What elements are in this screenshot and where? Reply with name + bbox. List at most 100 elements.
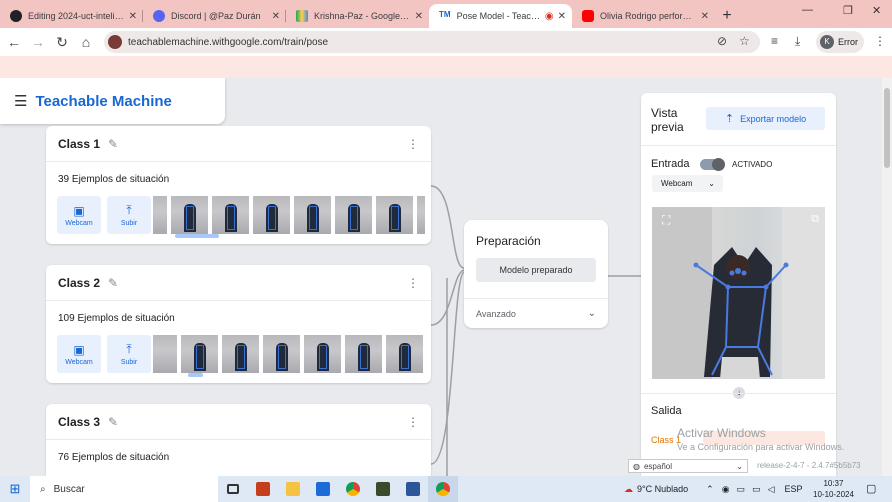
app-canvas: ☰ Teachable Machine Class 1 ✎ ⋮ 39 Ejemp… [0, 78, 882, 476]
class-options-icon[interactable]: ⋮ [407, 415, 419, 429]
tab-drive[interactable]: Krishna-Paz - Google Drive ✕ [286, 4, 429, 28]
webcam-button[interactable]: ▣ Webcam [57, 335, 101, 373]
samples-scrollbar[interactable] [188, 373, 203, 377]
sample-thumbnails[interactable] [153, 335, 427, 373]
sample-thumbnail[interactable] [386, 335, 423, 373]
chrome-profile-icon[interactable] [428, 476, 458, 502]
export-model-button[interactable]: ⇡ Exportar modelo [706, 107, 825, 130]
webcam-button[interactable]: ▣ Webcam [57, 196, 101, 234]
sample-thumbnail[interactable] [345, 335, 382, 373]
sample-thumbnail[interactable] [335, 196, 372, 234]
close-icon[interactable]: ✕ [415, 11, 423, 22]
edit-icon[interactable]: ✎ [108, 276, 118, 290]
volume-icon[interactable]: ◁ [768, 484, 775, 495]
pose-video-frame [652, 207, 825, 379]
output-label: Salida [651, 405, 682, 417]
system-tray: ☁ 9°C Nublado ⌃ ◉ ▭ ▭ ◁ ESP [624, 476, 803, 502]
forward-icon[interactable]: → [26, 34, 50, 50]
app-icon[interactable] [368, 476, 398, 502]
close-icon[interactable]: ✕ [558, 11, 566, 22]
reload-icon[interactable]: ↻ [50, 34, 74, 51]
sample-thumbnail[interactable] [153, 335, 177, 373]
address-bar[interactable]: teachablemachine.withgoogle.com/train/po… [104, 31, 760, 53]
file-explorer-icon[interactable] [278, 476, 308, 502]
advanced-label: Avanzado [476, 308, 516, 319]
train-model-button[interactable]: Modelo preparado [476, 258, 596, 282]
windows-start-icon[interactable]: ⊞ [0, 481, 30, 497]
home-icon[interactable]: ⌂ [74, 34, 98, 50]
class-options-icon[interactable]: ⋮ [407, 276, 419, 290]
record-icon[interactable]: ◉ [722, 484, 730, 495]
sample-thumbnail[interactable] [171, 196, 208, 234]
sample-thumbnail[interactable] [153, 196, 167, 234]
sample-thumbnail[interactable] [181, 335, 218, 373]
samples-scrollbar[interactable] [175, 234, 219, 238]
edit-icon[interactable]: ✎ [108, 415, 118, 429]
close-icon[interactable]: ✕ [272, 11, 280, 22]
minimize-icon[interactable]: — [802, 4, 813, 16]
download-icon[interactable]: ⤓ [795, 34, 800, 49]
scrollbar-thumb[interactable] [884, 88, 890, 168]
sample-thumbnail[interactable] [253, 196, 290, 234]
flip-icon[interactable]: ⧉ [811, 213, 819, 226]
sample-thumbnails[interactable] [153, 196, 429, 234]
weather-icon[interactable]: ☁ [624, 484, 633, 495]
sample-thumbnail[interactable] [376, 196, 413, 234]
sample-thumbnail[interactable] [417, 196, 425, 234]
tab-discord[interactable]: Discord | @Paz Durán ✕ [143, 4, 286, 28]
class-options-icon[interactable]: ⋮ [407, 137, 419, 151]
sample-thumbnail[interactable] [212, 196, 249, 234]
upload-button[interactable]: ⤒ Subir [107, 196, 151, 234]
crop-icon[interactable]: ⛶ [662, 213, 670, 228]
class-name[interactable]: Class 1 [58, 137, 100, 151]
tab-teachable[interactable]: TM Pose Model - Teachable ◉ ✕ [429, 4, 572, 28]
chevron-up-icon[interactable]: ⌃ [706, 484, 714, 495]
github-icon [10, 10, 22, 22]
close-icon[interactable]: ✕ [701, 11, 709, 22]
tab-github[interactable]: Editing 2024-uct-inteligencia ✕ [0, 4, 143, 28]
menu-kebab-icon[interactable]: ⋮ [874, 34, 886, 48]
page-scrollbar[interactable] [882, 78, 892, 476]
language-select[interactable]: ◍ español ⌄ [628, 459, 748, 473]
sample-thumbnail[interactable] [304, 335, 341, 373]
camera-blocked-icon[interactable]: ⊘ [717, 34, 727, 48]
close-window-icon[interactable]: ✕ [872, 4, 881, 17]
sample-thumbnail[interactable] [222, 335, 259, 373]
chevron-down-icon: ⌄ [708, 179, 715, 188]
taskbar-clock[interactable]: 10:37 10-10-2024 [813, 478, 854, 500]
restore-icon[interactable]: ❐ [843, 4, 853, 17]
battery-icon[interactable]: ▭ [752, 484, 761, 495]
new-tab-button[interactable]: + [715, 4, 739, 28]
webcam-feed: ⛶ ⧉ [652, 207, 825, 379]
powerpoint-icon[interactable] [248, 476, 278, 502]
bookmark-star-icon[interactable]: ☆ [739, 34, 750, 48]
task-view-icon[interactable] [218, 476, 248, 502]
sample-row: ▣ Webcam ⤒ Subir [57, 335, 427, 373]
taskbar-search[interactable]: ⌕ Buscar [30, 476, 218, 502]
camera-select[interactable]: Webcam ⌄ [652, 175, 723, 192]
menu-icon[interactable]: ☰ [14, 92, 27, 110]
upload-label: Subir [120, 359, 138, 366]
close-icon[interactable]: ✕ [129, 11, 137, 22]
tab-strip: Editing 2024-uct-inteligencia ✕ Discord … [0, 0, 892, 28]
back-icon[interactable]: ← [2, 34, 26, 50]
notifications-icon[interactable]: ▢ [866, 482, 876, 495]
sample-thumbnail[interactable] [294, 196, 331, 234]
upload-button[interactable]: ⤒ Subir [107, 335, 151, 373]
class-name[interactable]: Class 2 [58, 276, 100, 290]
word-icon[interactable] [398, 476, 428, 502]
input-toggle[interactable] [700, 158, 725, 171]
chrome-icon[interactable] [338, 476, 368, 502]
class-name[interactable]: Class 3 [58, 415, 100, 429]
language-indicator[interactable]: ESP [785, 484, 803, 494]
tab-search-icon[interactable]: ≡ [771, 34, 778, 48]
site-info-icon[interactable] [108, 35, 122, 49]
tab-youtube[interactable]: Olivia Rodrigo performing "v ✕ [572, 4, 715, 28]
network-icon[interactable]: ▭ [737, 484, 746, 495]
advanced-toggle[interactable]: Avanzado ⌄ [464, 298, 608, 328]
edit-icon[interactable]: ✎ [108, 137, 118, 151]
mail-icon[interactable] [308, 476, 338, 502]
clock-time: 10:37 [823, 479, 844, 488]
sample-thumbnail[interactable] [263, 335, 300, 373]
profile-button[interactable]: K Error [816, 31, 864, 53]
